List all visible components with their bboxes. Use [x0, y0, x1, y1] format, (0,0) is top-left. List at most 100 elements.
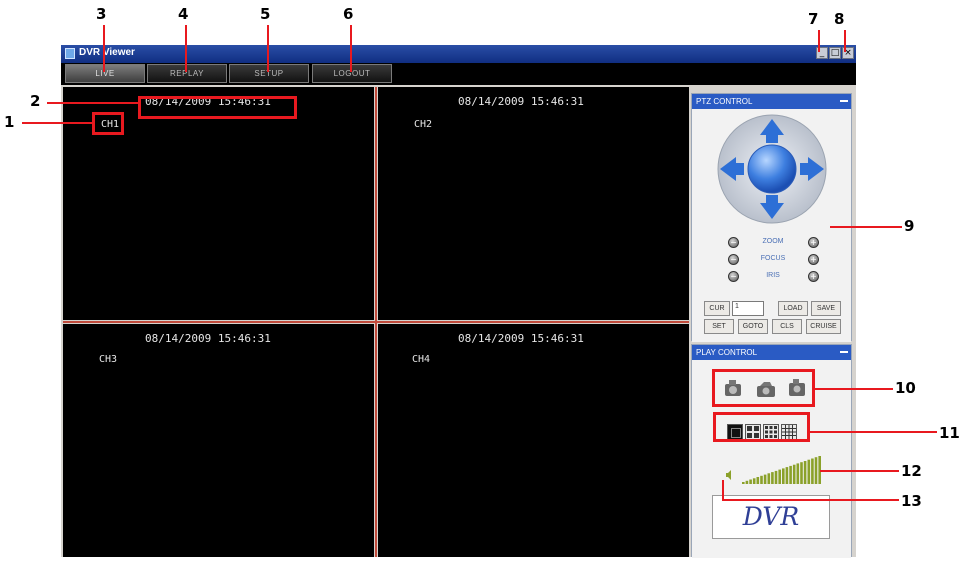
highlight-capture-icons [712, 369, 815, 407]
set-button[interactable]: SET [704, 319, 734, 334]
leader-line-6 [350, 25, 352, 72]
volume-step [763, 474, 767, 484]
callout-12: 12 [901, 462, 922, 480]
leader-line-1 [22, 122, 92, 124]
callout-9: 9 [904, 217, 915, 235]
iris-label: IRIS [766, 272, 780, 279]
volume-step [749, 479, 752, 484]
tab-setup[interactable]: SETUP [229, 64, 309, 83]
clear-button[interactable]: CLS [772, 319, 802, 334]
volume-step [756, 477, 760, 484]
callout-4: 4 [178, 5, 189, 23]
tab-replay[interactable]: REPLAY [147, 64, 227, 83]
volume-step [782, 468, 785, 484]
highlight-channel-label [92, 112, 124, 135]
leader-line-5 [267, 25, 269, 72]
play-collapse-button[interactable] [840, 351, 848, 353]
zoom-label: ZOOM [762, 238, 784, 245]
channel-view-4[interactable]: 08/14/2009 15:46:31 CH4 [378, 324, 689, 557]
volume-step [745, 480, 749, 484]
app-icon [65, 48, 75, 59]
channel-view-2[interactable]: 08/14/2009 15:46:31 CH2 [378, 87, 689, 320]
zoom-out-button[interactable]: − [728, 237, 739, 248]
callout-2: 2 [30, 92, 41, 110]
leader-line-10 [815, 388, 893, 390]
volume-step [814, 457, 818, 484]
callout-5: 5 [260, 5, 271, 23]
leader-line-12 [820, 470, 899, 472]
leader-line-9 [830, 226, 902, 228]
channel-view-3[interactable]: 08/14/2009 15:46:31 CH3 [63, 324, 374, 557]
grid-divider-horizontal [63, 321, 689, 323]
dvr-logo: DVR [712, 495, 830, 539]
callout-8: 8 [834, 10, 845, 28]
callout-7: 7 [808, 10, 819, 28]
ptz-panel-header: PTZ CONTROL [692, 94, 851, 109]
ptz-control-panel: PTZ CONTROL − ZOOM + − FOCUS + − IRIS + … [691, 93, 852, 342]
volume-step [774, 470, 778, 484]
callout-3: 3 [96, 5, 107, 23]
tab-live[interactable]: LIVE [65, 64, 145, 83]
ptz-body: − ZOOM + − FOCUS + − IRIS + CUR 1 LOAD S… [692, 109, 851, 342]
tab-logout[interactable]: LOGOUT [312, 64, 392, 83]
volume-slider[interactable] [742, 456, 822, 484]
cruise-button[interactable]: CRUISE [806, 319, 841, 334]
leader-line-7 [818, 30, 820, 52]
channel-timestamp: 08/14/2009 15:46:31 [458, 332, 584, 345]
maximize-button[interactable]: □ [829, 47, 841, 59]
preset-number-input[interactable]: 1 [732, 301, 764, 316]
volume-step [771, 472, 774, 484]
volume-step [767, 473, 771, 484]
ptz-panel-title: PTZ CONTROL [696, 97, 753, 106]
leader-line-11 [810, 431, 937, 433]
volume-step [803, 461, 807, 484]
volume-step [807, 459, 811, 484]
channel-timestamp: 08/14/2009 15:46:31 [145, 332, 271, 345]
leader-line-13 [722, 499, 899, 501]
volume-step [792, 464, 796, 484]
preset-label: CUR [704, 301, 730, 316]
volume-step [796, 463, 800, 484]
volume-step [752, 478, 756, 484]
ptz-center-button[interactable] [747, 144, 797, 194]
title-bar[interactable]: DVR Viewer _ □ × [61, 45, 856, 63]
play-panel-header: PLAY CONTROL [692, 345, 851, 360]
callout-13: 13 [901, 492, 922, 510]
mute-speaker-icon[interactable] [725, 468, 733, 480]
leader-line-3 [103, 25, 105, 72]
highlight-layout-buttons [713, 412, 810, 442]
leader-line-8 [844, 30, 846, 52]
video-grid: 08/14/2009 15:46:31 CH1 08/14/2009 15:46… [61, 85, 689, 557]
volume-step [760, 475, 763, 484]
volume-step [778, 469, 781, 484]
window-title: DVR Viewer [79, 47, 135, 58]
volume-step [811, 458, 814, 484]
leader-line-4 [185, 25, 187, 72]
highlight-timestamp [138, 96, 297, 119]
iris-open-button[interactable]: + [808, 271, 819, 282]
volume-step [800, 462, 803, 484]
volume-step [789, 465, 792, 484]
channel-label: CH3 [99, 354, 118, 365]
zoom-in-button[interactable]: + [808, 237, 819, 248]
callout-1: 1 [4, 113, 15, 131]
focus-far-button[interactable]: + [808, 254, 819, 265]
ptz-direction-pad [717, 114, 827, 224]
leader-line-13-vertical [722, 480, 724, 500]
callout-10: 10 [895, 379, 916, 397]
callout-11: 11 [939, 424, 960, 442]
leader-line-2 [47, 102, 138, 104]
iris-close-button[interactable]: − [728, 271, 739, 282]
load-button[interactable]: LOAD [778, 301, 808, 316]
dvr-viewer-window: DVR Viewer _ □ × LIVE REPLAY SETUP LOGOU… [61, 45, 856, 558]
channel-timestamp: 08/14/2009 15:46:31 [458, 95, 584, 108]
volume-step [785, 467, 789, 484]
play-panel-title: PLAY CONTROL [696, 348, 758, 357]
goto-button[interactable]: GOTO [738, 319, 768, 334]
save-button[interactable]: SAVE [811, 301, 841, 316]
ptz-collapse-button[interactable] [840, 100, 848, 102]
channel-label: CH2 [414, 119, 433, 130]
volume-step [742, 482, 745, 484]
channel-label: CH4 [412, 354, 431, 365]
focus-near-button[interactable]: − [728, 254, 739, 265]
